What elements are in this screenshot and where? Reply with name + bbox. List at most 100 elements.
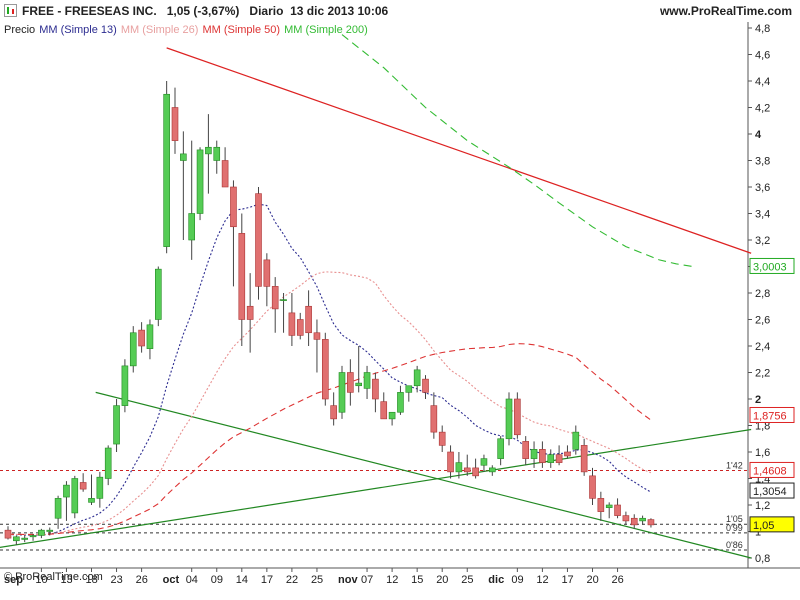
y-tick-label: 2,4 [755, 341, 770, 353]
candle-body[interactable] [380, 401, 388, 420]
candle-body[interactable] [163, 93, 170, 247]
candle-body[interactable] [555, 454, 563, 463]
x-tick-label: 15 [411, 574, 423, 586]
candle-body[interactable] [647, 519, 655, 526]
candle-body[interactable] [330, 405, 337, 420]
candle-body[interactable] [255, 193, 262, 287]
x-tick-label: 17 [261, 574, 273, 586]
candle-body[interactable] [146, 324, 154, 349]
candle-body[interactable] [138, 329, 145, 347]
y-tick-label: 1,6 [755, 447, 770, 459]
candle-body[interactable] [438, 431, 446, 446]
candle-body[interactable] [129, 332, 137, 367]
candle-body[interactable] [630, 517, 638, 526]
candle-body[interactable] [4, 529, 12, 539]
candle-body[interactable] [13, 536, 20, 542]
candle-body[interactable] [488, 467, 496, 473]
candle-body[interactable] [79, 482, 87, 490]
price-value-label: 1,4608 [753, 465, 787, 477]
candle-body[interactable] [605, 504, 613, 508]
x-tick-label: 09 [511, 574, 523, 586]
x-tick-label: 25 [311, 574, 323, 586]
candle-body[interactable] [547, 454, 555, 463]
candle-body[interactable] [71, 478, 79, 514]
candle-body[interactable] [455, 462, 463, 473]
candle-body[interactable] [38, 529, 45, 536]
candle-body[interactable] [639, 517, 646, 522]
candle-body[interactable] [514, 398, 521, 436]
candle-body[interactable] [246, 305, 254, 320]
candle-body[interactable] [205, 146, 212, 155]
candle-body[interactable] [472, 467, 479, 477]
candle-body[interactable] [296, 319, 304, 336]
y-tick-label: 3,6 [755, 182, 770, 194]
candle-body[interactable] [530, 449, 538, 459]
candle-body[interactable] [422, 378, 429, 393]
candle-body[interactable] [213, 146, 221, 161]
candle-body[interactable] [221, 160, 229, 188]
candle-body[interactable] [230, 186, 237, 228]
candle-body[interactable] [321, 339, 329, 400]
candle-body[interactable] [188, 213, 195, 241]
candle-body[interactable] [196, 149, 204, 214]
y-tick-label: 4,6 [755, 50, 770, 62]
candle-body[interactable] [372, 378, 379, 400]
y-tick-label: 4,8 [755, 23, 770, 35]
candle-body[interactable] [589, 475, 596, 499]
plot-area[interactable] [0, 22, 748, 568]
candle-body[interactable] [572, 431, 580, 450]
candle-body[interactable] [347, 372, 354, 393]
candle-body[interactable] [580, 445, 588, 473]
candle-body[interactable] [96, 476, 104, 499]
candle-body[interactable] [405, 385, 413, 393]
candle-body[interactable] [447, 451, 454, 473]
candle-body[interactable] [363, 372, 371, 389]
candle-body[interactable] [413, 369, 421, 387]
candle-body[interactable] [539, 449, 546, 463]
y-tick-label: 2,2 [755, 368, 770, 380]
price-chart[interactable]: 4,84,64,44,243,83,63,43,232,82,62,42,221… [0, 0, 800, 600]
candle-body[interactable] [430, 405, 438, 433]
candle-body[interactable] [622, 515, 630, 522]
x-tick-label: oct [163, 574, 180, 586]
candle-body[interactable] [497, 438, 504, 459]
candle-body[interactable] [564, 451, 571, 457]
candle-body[interactable] [280, 299, 287, 301]
candle-body[interactable] [88, 498, 95, 503]
candle-body[interactable] [480, 458, 488, 466]
y-tick-label: 0,8 [755, 553, 770, 565]
legend-item: MM (Simple 26) [121, 24, 199, 36]
candle-body[interactable] [288, 312, 296, 336]
y-tick-label: 3,2 [755, 235, 770, 247]
candle-body[interactable] [121, 365, 129, 406]
candle-body[interactable] [397, 392, 404, 413]
candle-body[interactable] [263, 259, 271, 287]
x-tick-label: dic [488, 574, 504, 586]
candle-body[interactable] [180, 153, 187, 161]
candle-body[interactable] [355, 382, 363, 387]
candle-body[interactable] [29, 535, 37, 538]
candle-body[interactable] [305, 305, 312, 334]
candle-body[interactable] [522, 441, 530, 459]
x-tick-label: 25 [461, 574, 473, 586]
candle-body[interactable] [171, 107, 179, 141]
candle-body[interactable] [104, 447, 112, 479]
candle-body[interactable] [54, 498, 62, 519]
x-tick-label: 26 [612, 574, 624, 586]
candle-body[interactable] [21, 537, 29, 540]
candle-body[interactable] [505, 398, 513, 440]
candle-body[interactable] [597, 498, 605, 512]
candle-body[interactable] [313, 332, 321, 340]
candle-body[interactable] [46, 529, 54, 532]
x-tick-label: 09 [211, 574, 223, 586]
candle-body[interactable] [614, 504, 621, 516]
candle-body[interactable] [463, 467, 471, 473]
candle-body[interactable] [63, 484, 70, 498]
candle-body[interactable] [388, 411, 396, 420]
candle-body[interactable] [238, 233, 246, 320]
candle-body[interactable] [113, 405, 120, 445]
candle-body[interactable] [338, 372, 346, 413]
y-tick-label: 2 [755, 394, 761, 406]
candle-body[interactable] [271, 286, 279, 310]
candle-body[interactable] [155, 268, 162, 320]
